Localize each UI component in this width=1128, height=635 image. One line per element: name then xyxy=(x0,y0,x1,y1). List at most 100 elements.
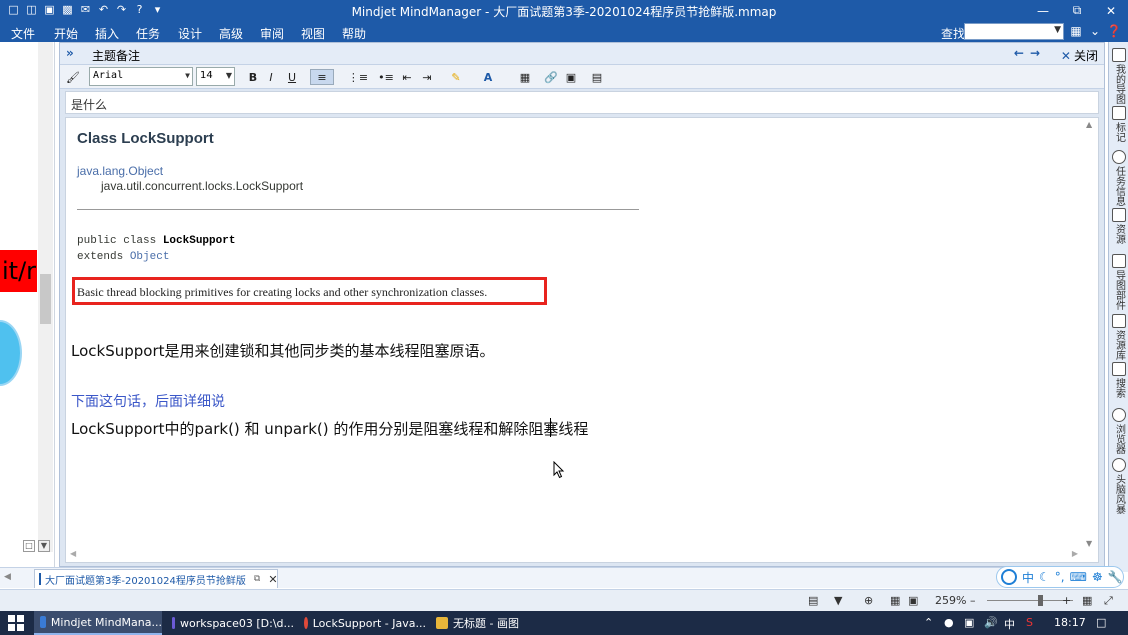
bold-icon[interactable]: B xyxy=(246,69,260,85)
sidebar-item-browser[interactable]: 浏览器 xyxy=(1110,408,1128,454)
volume-icon[interactable]: 🔊 xyxy=(984,616,998,629)
find-options-icon[interactable]: ▦ xyxy=(1068,22,1084,40)
windows-start-icon[interactable] xyxy=(8,615,24,631)
filter-icon[interactable]: ▼ xyxy=(834,594,842,607)
font-color-icon[interactable]: A xyxy=(478,69,498,85)
editor-horizontal-scrollbar[interactable]: ◀ ▶ xyxy=(66,548,1098,562)
view-mode-icon-2[interactable]: ▣ xyxy=(908,594,918,607)
menu-insert[interactable]: 插入 xyxy=(95,25,119,42)
view-mode-icon-1[interactable]: ▦ xyxy=(890,594,900,607)
note-editor[interactable]: Class LockSupport java.lang.Object java.… xyxy=(65,117,1099,563)
sidebar-item-brainstorm[interactable]: 头脑风暴 xyxy=(1110,458,1128,514)
expand-icon[interactable]: ⤢ xyxy=(1104,594,1113,608)
insert-object-icon[interactable]: ▤ xyxy=(586,69,608,85)
bullet-list-icon[interactable]: •≡ xyxy=(378,69,394,85)
scroll-down-icon[interactable]: ▼ xyxy=(1086,539,1092,548)
image-icon[interactable]: ▣ xyxy=(564,69,578,85)
close-notes-button[interactable]: ✕ 关闭 xyxy=(1061,47,1098,64)
page-view-icon[interactable]: ▤ xyxy=(808,594,818,607)
format-painter-icon[interactable]: 🖌 xyxy=(66,69,80,85)
canvas-scroll-down-icon[interactable]: ▼ xyxy=(38,540,50,552)
extends-object-link[interactable]: Object xyxy=(130,251,170,263)
minimize-ribbon-icon[interactable]: ⌄ xyxy=(1087,22,1103,40)
tray-expand-icon[interactable]: ⌃ xyxy=(924,616,933,629)
canvas-nav-icon[interactable]: □ xyxy=(23,540,35,552)
tabs-scroll-left-icon[interactable]: ◀ xyxy=(4,572,11,582)
tray-app-icon-1[interactable]: ● xyxy=(944,616,954,629)
taskbar-item-paint[interactable]: 无标题 - 画图 xyxy=(430,611,558,635)
find-input[interactable]: ▼ xyxy=(964,23,1064,40)
punctuation-icon[interactable]: °, xyxy=(1055,570,1065,584)
menu-help[interactable]: 帮助 xyxy=(342,25,366,42)
sidebar-item-resources[interactable]: 资源 xyxy=(1110,208,1128,244)
zoom-slider-thumb[interactable] xyxy=(1038,595,1043,606)
sidebar-item-search[interactable]: 搜索 xyxy=(1110,362,1128,398)
font-size-select[interactable]: 14 ▼ xyxy=(196,67,235,86)
font-name-select[interactable]: Arial ▼ xyxy=(89,67,193,86)
minimize-button[interactable]: — xyxy=(1026,0,1060,21)
tab-pin-icon[interactable]: ⧉ xyxy=(254,574,260,584)
close-window-button[interactable]: ✕ xyxy=(1094,0,1128,21)
help-circle-icon[interactable]: ❓ xyxy=(1106,22,1122,40)
document-tab[interactable]: 大厂面试题第3季-20201024程序员节抢鲜版 ⧉ ✕ xyxy=(34,569,278,588)
fit-map-icon[interactable]: ▦ xyxy=(1082,594,1092,607)
sogou-icon[interactable]: S xyxy=(1026,616,1033,629)
restore-button[interactable]: ⧉ xyxy=(1060,0,1094,21)
scroll-right-icon[interactable]: ▶ xyxy=(1072,549,1078,558)
sidebar-item-my-maps[interactable]: 我的导图 xyxy=(1110,48,1128,104)
menu-view[interactable]: 视图 xyxy=(301,25,325,42)
taskbar-item-workspace[interactable]: workspace03 [D:\d... xyxy=(166,611,294,635)
sidebar-item-library[interactable]: 资源库 xyxy=(1110,314,1128,360)
zoom-slider-track[interactable] xyxy=(987,600,1073,601)
taskbar-item-chrome[interactable]: LockSupport - Java... xyxy=(298,611,426,635)
skin-icon[interactable]: ☸ xyxy=(1092,570,1103,584)
highlight-color-icon[interactable]: ✎ xyxy=(446,69,466,85)
canvas-vertical-scrollbar[interactable] xyxy=(38,42,53,552)
tab-close-icon[interactable]: ✕ xyxy=(268,573,277,586)
keyboard-icon[interactable]: ⌨ xyxy=(1070,570,1087,584)
zoom-out-icon[interactable]: – xyxy=(970,594,976,607)
superclass-link[interactable]: java.lang.Object xyxy=(77,164,163,178)
map-shape-partial[interactable] xyxy=(0,320,22,386)
numbered-list-icon[interactable]: ⋮≡ xyxy=(348,69,368,85)
link-icon[interactable]: 🔗 xyxy=(544,69,558,85)
taskbar-item-mindmanager[interactable]: Mindjet MindMana... xyxy=(34,611,162,635)
underline-icon[interactable]: U xyxy=(285,69,299,85)
tray-ime-indicator[interactable]: 中 xyxy=(1004,616,1015,632)
prev-topic-icon[interactable]: ← xyxy=(1014,46,1024,60)
menu-file[interactable]: 文件 xyxy=(11,25,35,42)
scroll-thumb[interactable] xyxy=(40,274,51,324)
size-dropdown-icon[interactable]: ▼ xyxy=(226,71,232,80)
menu-advanced[interactable]: 高级 xyxy=(219,25,243,42)
next-topic-icon[interactable]: → xyxy=(1030,46,1040,60)
map-topic-partial[interactable]: it/r xyxy=(0,250,37,292)
focus-icon[interactable]: ⊕ xyxy=(864,594,873,607)
menu-review[interactable]: 审阅 xyxy=(260,25,284,42)
menu-task[interactable]: 任务 xyxy=(136,25,160,42)
moon-icon[interactable]: ☾ xyxy=(1039,570,1050,584)
ime-toolbar[interactable]: 中 ☾ °, ⌨ ☸ 🔧 xyxy=(996,566,1124,588)
clock[interactable]: 18:17 xyxy=(1054,616,1086,629)
sidebar-item-markers[interactable]: 标记 xyxy=(1110,106,1128,142)
outdent-icon[interactable]: ⇤ xyxy=(400,69,414,85)
notification-icon[interactable]: □ xyxy=(1096,616,1106,629)
table-icon[interactable]: ▦ xyxy=(516,69,534,85)
sidebar-item-task-info[interactable]: 任务信息 xyxy=(1110,150,1128,206)
menu-home[interactable]: 开始 xyxy=(54,25,78,42)
zoom-in-icon[interactable]: + xyxy=(1062,594,1071,607)
italic-icon[interactable]: I xyxy=(264,69,278,85)
font-dropdown-icon[interactable]: ▼ xyxy=(185,71,190,80)
tray-app-icon-2[interactable]: ▣ xyxy=(964,616,974,629)
find-dropdown-icon[interactable]: ▼ xyxy=(1054,25,1061,35)
wrench-icon[interactable]: 🔧 xyxy=(1108,570,1123,584)
scroll-up-icon[interactable]: ▲ xyxy=(1086,120,1092,129)
map-canvas[interactable]: it/r □ ▼ xyxy=(0,42,55,572)
collapse-panel-icon[interactable]: » xyxy=(66,46,74,60)
note-subject-field[interactable]: 是什么 xyxy=(65,91,1099,114)
indent-icon[interactable]: ⇥ xyxy=(420,69,434,85)
menu-design[interactable]: 设计 xyxy=(178,25,202,42)
ime-mode[interactable]: 中 xyxy=(1022,569,1034,586)
align-left-icon[interactable]: ≡ xyxy=(310,69,334,85)
editor-vertical-scrollbar[interactable]: ▲ ▼ xyxy=(1083,118,1098,550)
scroll-left-icon[interactable]: ◀ xyxy=(70,549,76,558)
